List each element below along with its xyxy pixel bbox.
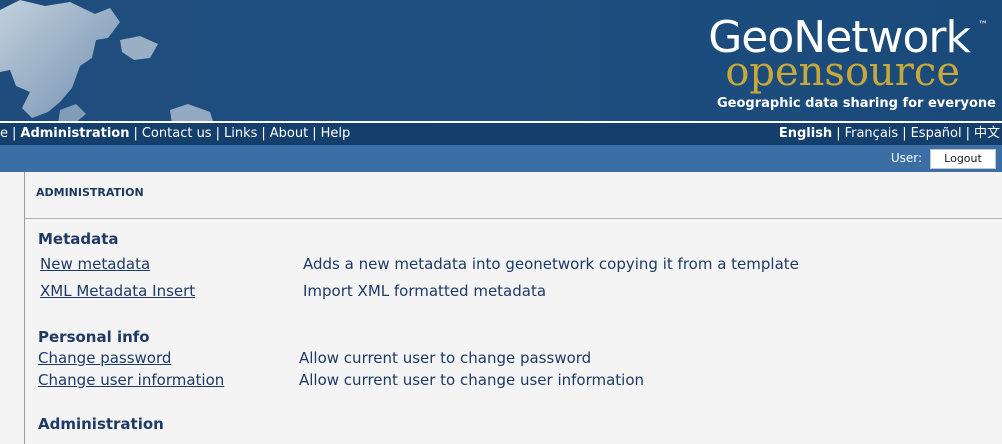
language-selector: English | Français | Español | 中文 bbox=[779, 123, 1000, 145]
lang-chinese[interactable]: 中文 bbox=[974, 126, 1000, 141]
section-divider bbox=[25, 218, 1002, 219]
main-content: ADMINISTRATION Metadata New metadata Add… bbox=[0, 172, 1002, 444]
nav-separator: | bbox=[902, 126, 907, 141]
nav-link-about[interactable]: About bbox=[270, 126, 308, 141]
geonetwork-logo: GeoNetwork ™ opensource Geographic data … bbox=[666, 6, 996, 118]
nav-left-links: e | Administration | Contact us | Links | About |… bbox=[0, 123, 350, 145]
nav-link-home-truncated[interactable]: e bbox=[0, 126, 8, 141]
lang-english[interactable]: English bbox=[779, 126, 832, 141]
nav-separator: | bbox=[133, 126, 138, 141]
link-change-password[interactable]: Change password bbox=[38, 349, 171, 367]
desc-xml-metadata-insert: Import XML formatted metadata bbox=[303, 282, 547, 300]
nav-link-help[interactable]: Help bbox=[321, 126, 351, 141]
lang-francais[interactable]: Français bbox=[845, 126, 899, 141]
page: GeoNetwork ™ opensource Geographic data … bbox=[0, 0, 1002, 444]
logo-secondary-text: opensource bbox=[725, 49, 960, 95]
nav-link-links[interactable]: Links bbox=[224, 126, 257, 141]
nav-separator: | bbox=[965, 126, 970, 141]
page-title: ADMINISTRATION bbox=[36, 186, 144, 199]
nav-separator: | bbox=[261, 126, 266, 141]
link-change-user-information[interactable]: Change user information bbox=[38, 371, 224, 389]
user-label: User: bbox=[890, 151, 922, 165]
nav-separator: | bbox=[215, 126, 220, 141]
logout-button[interactable]: Logout bbox=[930, 149, 996, 169]
group-heading-administration: Administration bbox=[38, 415, 164, 433]
left-vertical-rule bbox=[24, 172, 25, 444]
nav-link-administration[interactable]: Administration bbox=[20, 126, 129, 141]
group-heading-metadata: Metadata bbox=[38, 230, 119, 248]
lang-espanol[interactable]: Español bbox=[911, 126, 962, 141]
desc-new-metadata: Adds a new metadata into geonetwork copy… bbox=[303, 255, 799, 273]
user-bar: User: Logout bbox=[0, 145, 1002, 172]
top-navigation: e | Administration | Contact us | Links | About |… bbox=[0, 123, 1002, 145]
nav-separator: | bbox=[836, 126, 841, 141]
link-new-metadata[interactable]: New metadata bbox=[40, 255, 150, 273]
desc-change-password: Allow current user to change password bbox=[299, 349, 592, 367]
group-heading-personal-info: Personal info bbox=[38, 328, 150, 346]
nav-separator: | bbox=[312, 126, 317, 141]
desc-change-user-information: Allow current user to change user inform… bbox=[299, 371, 645, 389]
link-xml-metadata-insert[interactable]: XML Metadata Insert bbox=[40, 282, 195, 300]
nav-link-contact-us[interactable]: Contact us bbox=[142, 126, 212, 141]
nav-separator: | bbox=[12, 126, 17, 141]
header-banner: GeoNetwork ™ opensource Geographic data … bbox=[0, 0, 1002, 124]
logo-trademark: ™ bbox=[978, 20, 988, 31]
logo-tagline: Geographic data sharing for everyone bbox=[717, 96, 996, 111]
world-map-illustration-icon bbox=[0, 0, 214, 124]
